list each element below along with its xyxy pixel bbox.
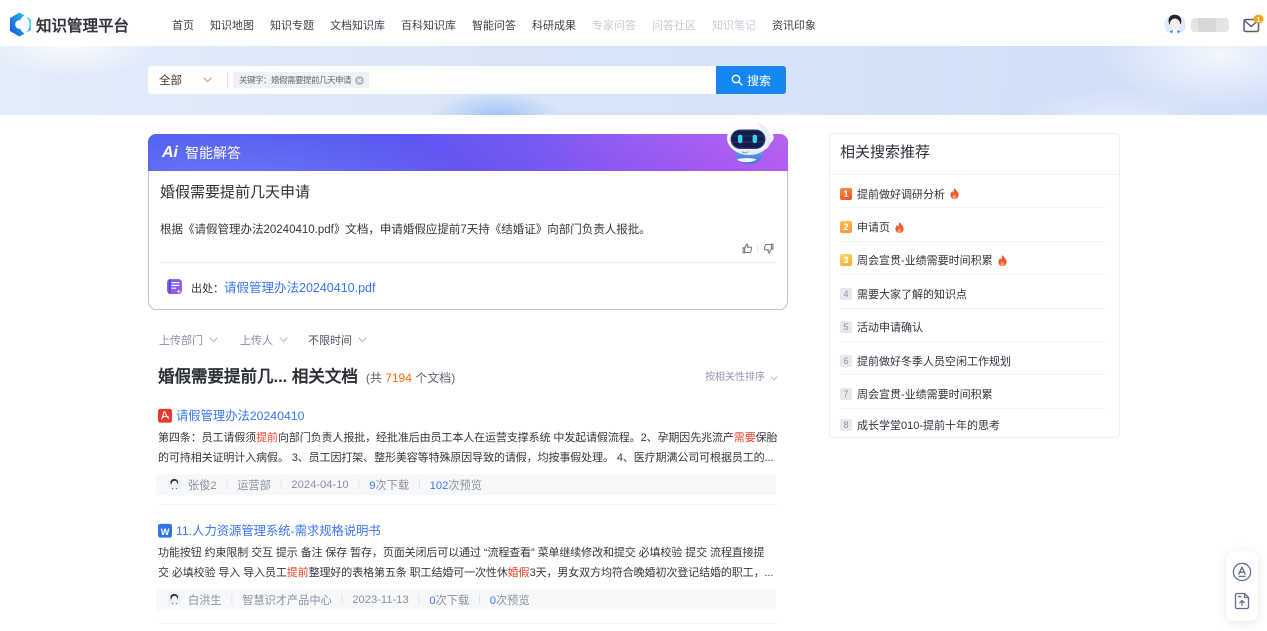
svg-text:W: W: [161, 526, 170, 536]
svg-text:1: 1: [1256, 15, 1260, 24]
